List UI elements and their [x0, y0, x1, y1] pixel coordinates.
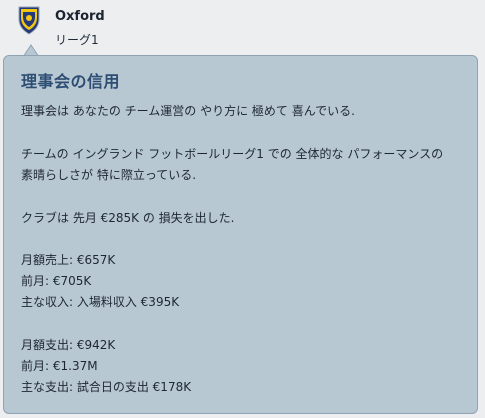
panel-title: 理事会の信用: [21, 72, 121, 91]
main-income: 主な収入: 入場料収入 €395K: [21, 295, 180, 309]
main-expense: 主な支出: 試合日の支出 €178K: [21, 380, 192, 394]
monthly-revenue: 月額売上: €657K: [21, 253, 116, 267]
previous-month-expenditure: 前月: €1.37M: [21, 359, 98, 373]
monthly-loss-text: クラブは 先月 €285K の 損失を出した.: [21, 211, 235, 225]
team-name[interactable]: Oxford: [55, 9, 105, 24]
club-header: Oxford リーグ1: [0, 0, 485, 56]
monthly-expenditure: 月額支出: €942K: [21, 338, 116, 352]
club-crest-icon[interactable]: [17, 5, 41, 35]
performance-text-line2: 素晴らしさが 特に際立っている.: [21, 168, 197, 182]
previous-month-revenue: 前月: €705K: [21, 274, 92, 288]
performance-text-line1: チームの イングランド フットボールリーグ1 での 全体的な パフォーマンスの: [21, 147, 444, 161]
board-confidence-panel: 理事会の信用 理事会は あなたの チーム運営の やり方に 極めて 喜んでいる. …: [3, 55, 478, 414]
team-league: リーグ1: [55, 33, 99, 47]
board-satisfaction-text: 理事会は あなたの チーム運営の やり方に 極めて 喜んでいる.: [21, 104, 355, 118]
